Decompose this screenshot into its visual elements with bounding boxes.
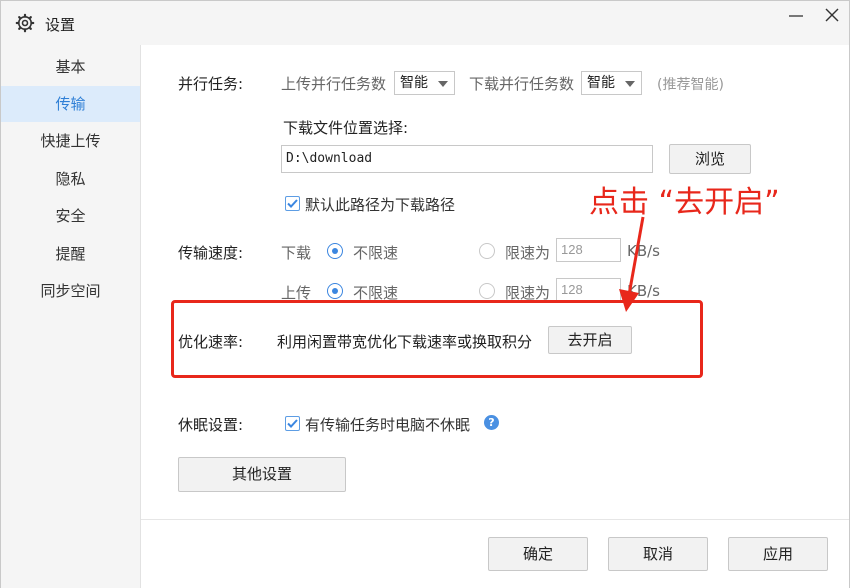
sidebar-item-sync-space[interactable]: 同步空间 xyxy=(1,273,140,309)
download-limited-label: 限速为 xyxy=(505,244,551,262)
download-parallel-value: 智能 xyxy=(587,75,615,91)
download-path-input[interactable]: D:\download xyxy=(281,145,653,173)
cancel-button[interactable]: 取消 xyxy=(608,537,708,571)
download-limited-radio[interactable] xyxy=(479,243,495,259)
window-title: 设置 xyxy=(45,16,76,34)
upload-parallel-label: 上传并行任务数 xyxy=(281,75,387,93)
footer-divider xyxy=(141,519,849,520)
upload-parallel-value: 智能 xyxy=(400,75,428,91)
upload-unlimited-radio[interactable] xyxy=(327,283,343,299)
download-unlimited-radio[interactable] xyxy=(327,243,343,259)
chevron-down-icon xyxy=(625,81,635,87)
upload-parallel-select[interactable]: 智能 xyxy=(394,71,455,95)
download-parallel-label: 下载并行任务数 xyxy=(469,75,575,93)
settings-window: 设置 基本 传输 快捷上传 隐私 安全 提醒 同步空间 并行任务: 上传并行任务… xyxy=(0,0,850,588)
close-icon xyxy=(825,8,839,22)
other-settings-button[interactable]: 其他设置 xyxy=(178,457,346,492)
download-location-title: 下载文件位置选择: xyxy=(283,119,409,137)
title-bar: 设置 xyxy=(1,1,849,45)
download-unlimited-label: 不限速 xyxy=(353,244,399,262)
checkmark-icon xyxy=(287,199,298,208)
help-icon[interactable]: ? xyxy=(484,415,499,430)
ok-button[interactable]: 确定 xyxy=(488,537,588,571)
annotation-arrow-icon xyxy=(619,216,645,312)
no-sleep-label: 有传输任务时电脑不休眠 xyxy=(305,416,471,434)
transfer-speed-label: 传输速度: xyxy=(178,244,244,262)
download-parallel-select[interactable]: 智能 xyxy=(581,71,642,95)
close-button[interactable] xyxy=(817,5,847,31)
browse-button[interactable]: 浏览 xyxy=(669,144,751,174)
sidebar-item-quick-upload[interactable]: 快捷上传 xyxy=(1,123,140,159)
apply-button[interactable]: 应用 xyxy=(728,537,828,571)
parallel-hint: (推荐智能) xyxy=(657,77,724,93)
minimize-button[interactable] xyxy=(781,5,811,31)
sidebar-item-basic[interactable]: 基本 xyxy=(1,49,140,85)
settings-sidebar: 基本 传输 快捷上传 隐私 安全 提醒 同步空间 xyxy=(1,45,141,588)
upload-limited-radio[interactable] xyxy=(479,283,495,299)
sidebar-item-security[interactable]: 安全 xyxy=(1,198,140,234)
parallel-tasks-label: 并行任务: xyxy=(178,75,244,93)
default-path-label: 默认此路径为下载路径 xyxy=(305,196,456,214)
checkmark-icon xyxy=(287,419,298,428)
sidebar-item-reminder[interactable]: 提醒 xyxy=(1,236,140,272)
sidebar-item-privacy[interactable]: 隐私 xyxy=(1,161,140,197)
minimize-icon xyxy=(789,15,803,17)
sidebar-item-transfer[interactable]: 传输 xyxy=(1,86,140,122)
no-sleep-checkbox[interactable] xyxy=(285,416,300,431)
gear-icon xyxy=(15,13,35,33)
default-path-checkbox[interactable] xyxy=(285,196,300,211)
sleep-settings-label: 休眠设置: xyxy=(178,416,244,434)
chevron-down-icon xyxy=(438,81,448,87)
download-speed-label: 下载 xyxy=(281,244,312,262)
